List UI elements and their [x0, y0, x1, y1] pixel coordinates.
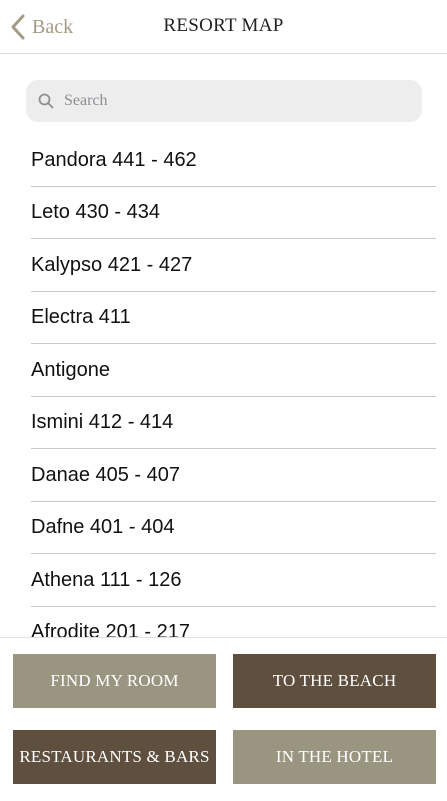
to-the-beach-button[interactable]: TO THE BEACH [233, 654, 436, 708]
list-item-ismini[interactable]: Ismini 412 - 414 [31, 397, 436, 449]
footer-buttons: FIND MY ROOM TO THE BEACH RESTAURANTS & … [0, 637, 447, 801]
list-item-danae[interactable]: Danae 405 - 407 [31, 450, 436, 502]
find-my-room-button[interactable]: FIND MY ROOM [13, 654, 216, 708]
search-input[interactable] [62, 85, 406, 117]
list-item-athena[interactable]: Athena 111 - 126 [31, 555, 436, 607]
list-item-pandora[interactable]: Pandora 441 - 462 [31, 135, 436, 187]
list-item-kalypso[interactable]: Kalypso 421 - 427 [31, 240, 436, 292]
list-item-electra[interactable]: Electra 411 [31, 292, 436, 344]
list-item-leto[interactable]: Leto 430 - 434 [31, 187, 436, 239]
search-icon [38, 93, 54, 109]
page-title: RESORT MAP [163, 15, 284, 36]
search-bar[interactable] [26, 80, 422, 122]
navigation-bar: Back RESORT MAP [0, 0, 447, 54]
in-the-hotel-button[interactable]: IN THE HOTEL [233, 730, 436, 784]
list-item-afrodite[interactable]: Afrodite 201 - 217 [31, 607, 436, 637]
list-item-dafne[interactable]: Dafne 401 - 404 [31, 502, 436, 554]
list-item-antigone[interactable]: Antigone [31, 345, 436, 397]
room-list: Pandora 441 - 462 Leto 430 - 434 Kalypso… [0, 135, 447, 637]
restaurants-bars-button[interactable]: RESTAURANTS & BARS [13, 730, 216, 784]
